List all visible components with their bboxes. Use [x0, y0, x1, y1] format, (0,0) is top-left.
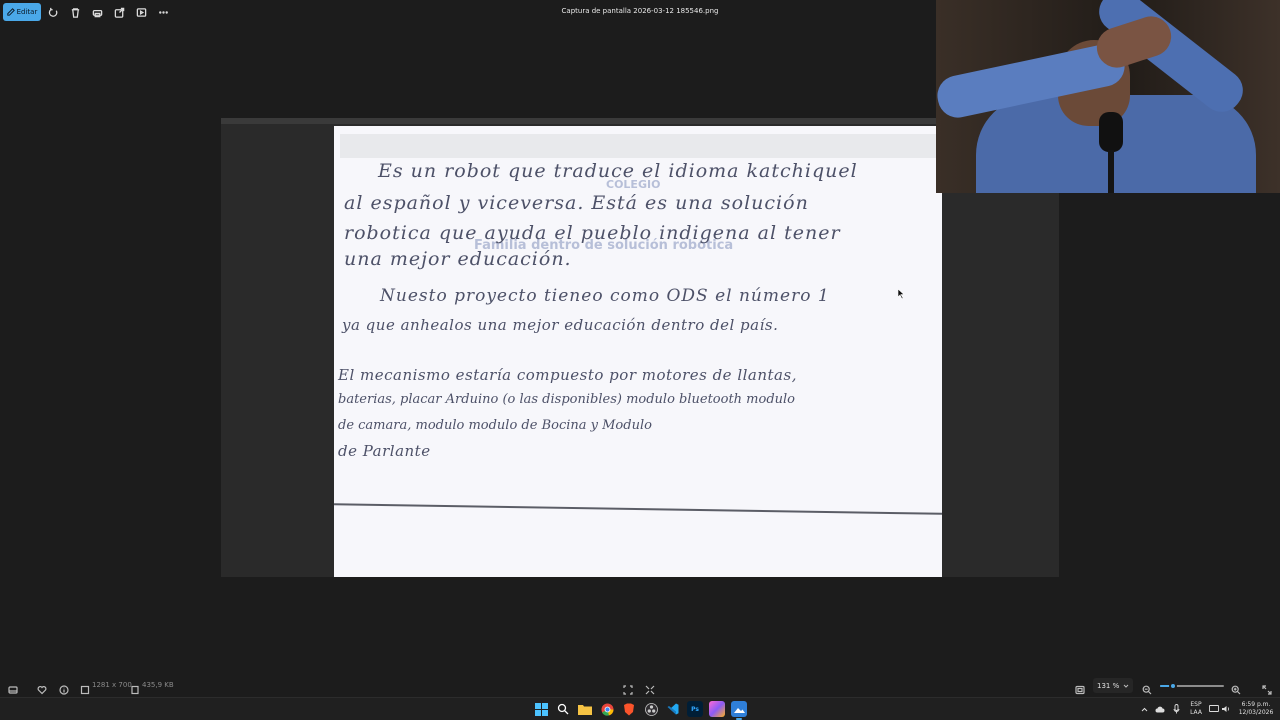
fullscreen-icon[interactable]: [1262, 680, 1274, 695]
dimensions-icon: [80, 680, 92, 695]
windows-start-icon[interactable]: [533, 701, 549, 717]
fit-view-icon[interactable]: [1075, 680, 1087, 695]
microphone-stand: [1108, 150, 1114, 193]
volume-icon[interactable]: [1220, 701, 1232, 717]
photos-app-window: Editar Captura de pantalla 2026-03-12 18…: [0, 0, 1280, 720]
brave-icon[interactable]: [621, 701, 637, 717]
handwritten-line: al español y viceversa. Está es una solu…: [344, 192, 809, 214]
status-bar: 1281 x 700 435,9 KB 131 %: [0, 676, 1280, 696]
photos-icon[interactable]: [731, 701, 747, 720]
clock-time: 6:59 p.m.: [1241, 701, 1271, 708]
microphone: [1099, 112, 1123, 152]
paper-fold-line: [334, 503, 942, 515]
clock-date: 12/03/2026: [1238, 709, 1274, 716]
favorite-heart-icon[interactable]: [37, 680, 49, 695]
handwritten-line: robotica que ayuda el pueblo indigena al…: [344, 222, 841, 244]
file-size-icon: [130, 680, 142, 695]
zoom-in-icon[interactable]: [1231, 680, 1243, 695]
language-code: ESP: [1190, 701, 1202, 708]
file-explorer-icon[interactable]: [577, 701, 593, 717]
obs-icon[interactable]: [643, 701, 659, 717]
cloud-icon[interactable]: [1154, 701, 1166, 717]
webcam-overlay: [936, 0, 1280, 193]
canvas-top-edge: [221, 118, 1059, 124]
app-icon[interactable]: [709, 701, 725, 717]
image-dimensions: 1281 x 700: [92, 681, 132, 689]
chevron-up-icon[interactable]: [1138, 701, 1150, 717]
clock[interactable]: 6:59 p.m. 12/03/2026: [1234, 701, 1278, 717]
zoom-level-value: 131 %: [1097, 681, 1120, 690]
network-icon[interactable]: [1208, 701, 1220, 717]
handwritten-line: baterias, placar Arduino (o las disponib…: [338, 392, 796, 407]
windows-taskbar: Ps ESP LAA 6:59 p.m. 12/03/2026: [0, 697, 1280, 720]
keyboard-layout: LAA: [1190, 709, 1202, 716]
zoom-slider-thumb[interactable]: [1169, 682, 1177, 690]
handwritten-line: El mecanismo estaría compuesto por motor…: [338, 366, 797, 384]
handwritten-line: de Parlante: [338, 442, 431, 460]
zoom-level-dropdown[interactable]: 131 %: [1093, 678, 1133, 693]
handwritten-line: de camara, modulo modulo de Bocina y Mod…: [338, 418, 652, 433]
microphone-icon[interactable]: [1170, 701, 1182, 717]
photoshop-icon[interactable]: Ps: [687, 701, 703, 717]
photoshop-label: Ps: [691, 705, 699, 713]
scan-band: [340, 134, 936, 158]
mouse-cursor-icon: [898, 289, 905, 299]
file-size: 435,9 KB: [142, 681, 174, 689]
chevron-down-icon: [1123, 684, 1129, 688]
search-icon[interactable]: [555, 701, 571, 717]
zoom-out-icon[interactable]: [1142, 680, 1154, 695]
info-icon[interactable]: [59, 680, 71, 695]
chrome-icon[interactable]: [599, 701, 615, 717]
handwritten-line: Nuesto proyecto tieneo como ODS el númer…: [380, 286, 830, 306]
handwritten-line: una mejor educación.: [344, 248, 572, 270]
actual-size-icon[interactable]: [645, 680, 657, 695]
handwritten-line: ya que anhealos una mejor educación dent…: [342, 316, 779, 334]
filmstrip-icon[interactable]: [8, 680, 20, 694]
input-language[interactable]: ESP LAA: [1186, 701, 1206, 717]
handwritten-line: Es un robot que traduce el idioma katchi…: [378, 160, 858, 182]
fit-to-window-icon[interactable]: [623, 680, 635, 695]
displayed-image[interactable]: COLEGIO Familia dentro de solución robót…: [334, 126, 942, 577]
vscode-icon[interactable]: [665, 701, 681, 717]
